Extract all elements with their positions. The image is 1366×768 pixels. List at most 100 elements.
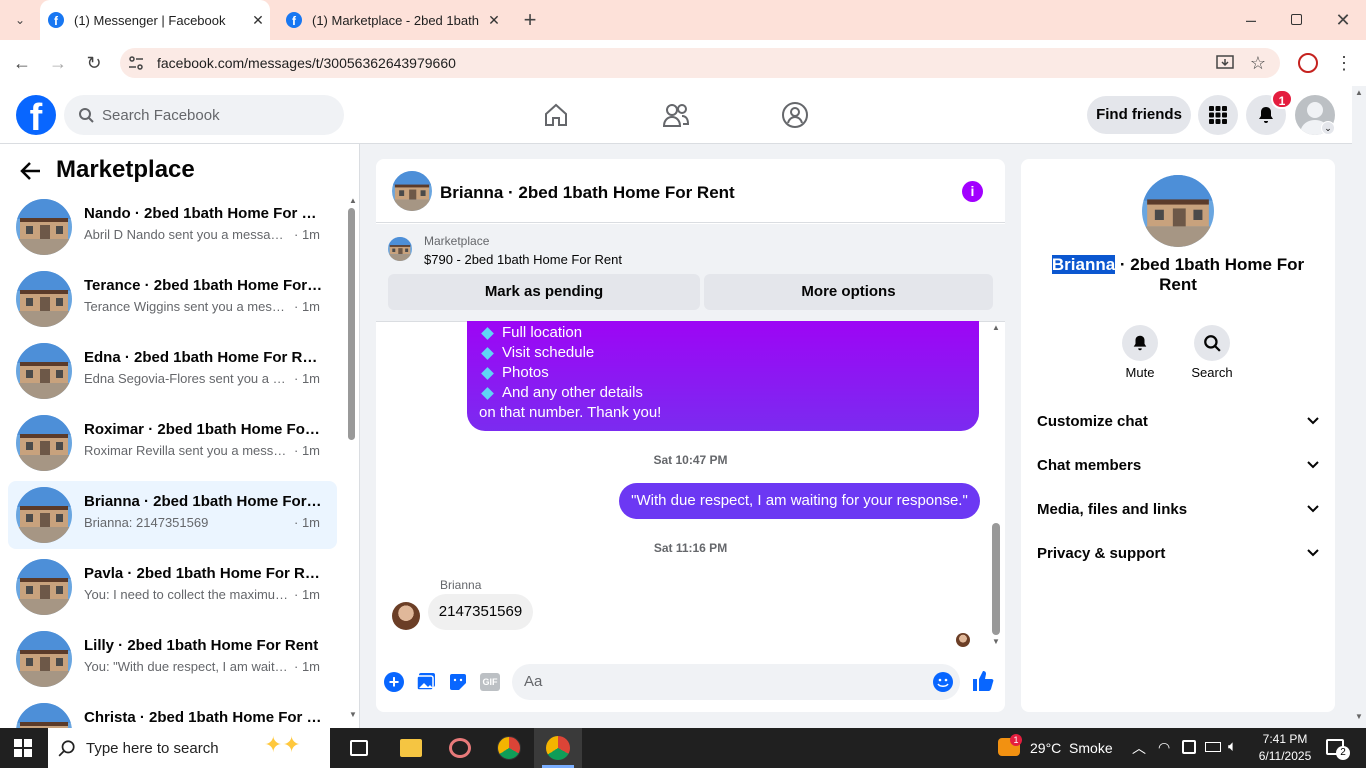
new-tab-icon[interactable]: + [516,5,544,35]
bookmark-star-icon[interactable]: ☆ [1244,48,1272,78]
conversation-avatar [16,487,72,543]
like-thumb-icon[interactable] [972,670,994,692]
accordion-section[interactable]: Privacy & support [1037,531,1319,575]
maximize-icon[interactable] [1291,14,1302,25]
sent-message-bubble[interactable]: Full location Visit schedule Photos And any… [467,321,979,431]
chrome-icon[interactable] [497,736,521,760]
meet-icon[interactable] [1182,740,1196,754]
menu-grid-icon[interactable] [1198,95,1238,135]
gif-icon[interactable]: GIF [480,673,500,691]
clock-time[interactable]: 7:41 PM [1250,732,1320,746]
left-scrollbar-track[interactable]: ▲ ▼ [346,196,357,724]
task-view-icon[interactable] [350,740,368,756]
marketplace-bar: Marketplace $790 - 2bed 1bath Home For R… [376,224,1005,322]
conversation-snippet: Brianna: 2147351569 · 1m [84,515,320,530]
conversation-name: Christa · 2bed 1bath Home For Rent [84,709,324,726]
more-options-button[interactable]: More options [704,274,993,310]
snipping-tool-icon[interactable] [449,738,471,758]
chevron-down-icon [1307,417,1319,425]
taskbar-search-placeholder: Type here to search [86,739,219,757]
conversation-avatar [16,703,72,728]
tray-chevron-icon[interactable]: ︿ [1132,738,1146,758]
account-chevron-icon[interactable]: ⌄ [1321,121,1335,135]
conversation-snippet: Edna Segovia-Flores sent you a message..… [84,371,320,386]
listing-title[interactable]: $790 - 2bed 1bath Home For Rent [424,252,622,267]
conversation-item[interactable]: Nando · 2bed 1bath Home For Rent Abril D … [8,193,337,261]
conversation-list: Nando · 2bed 1bath Home For Rent Abril D … [0,0,345,728]
home-icon[interactable] [543,102,569,128]
chat-scrollbar-track[interactable]: ▲ ▼ [990,323,1002,649]
selected-name-text: Brianna [1051,255,1116,274]
browser-menu-icon[interactable]: ⋮ [1330,48,1358,78]
conversation-item[interactable]: Edna · 2bed 1bath Home For Rent Edna Sego… [8,337,337,405]
clock-date[interactable]: 6/11/2025 [1250,749,1320,763]
find-friends-button[interactable]: Find friends [1087,96,1191,134]
name-line2: Rent [1159,275,1197,294]
friends-icon[interactable] [662,102,690,128]
accordion-section[interactable]: Media, files and links [1037,487,1319,531]
profile-icon[interactable] [1298,53,1318,73]
close-tab-icon[interactable]: ✕ [482,12,506,29]
chat-title[interactable]: Brianna · 2bed 1bath Home For Rent [440,183,735,203]
accordion-section[interactable]: Customize chat [1037,399,1319,443]
search-label: Search [1191,365,1233,380]
network-icon[interactable]: ◠ [1158,739,1170,756]
sender-avatar[interactable] [392,602,420,630]
conversation-name: Nando · 2bed 1bath Home For Rent [84,205,324,222]
listing-thumb[interactable] [388,237,412,261]
conversation-snippet: Terance Wiggins sent you a message... · 1… [84,299,320,314]
start-windows-icon[interactable] [14,739,32,757]
conversation-item[interactable]: Brianna · 2bed 1bath Home For Rent Briann… [8,481,337,549]
conversation-avatar [16,631,72,687]
conversation-item[interactable]: Roximar · 2bed 1bath Home For Rent Roxima… [8,409,337,477]
notification-center-badge: 2 [1336,746,1350,760]
chat-scrollbar-thumb[interactable] [992,523,1000,635]
close-window-icon[interactable]: ✕ [1328,5,1358,35]
taskbar-search-box[interactable]: Type here to search ✦✦ [48,728,330,768]
emoji-icon[interactable] [933,672,953,692]
profile-large-avatar[interactable] [1142,175,1214,247]
sparkle-icon: ✦✦ [264,732,301,757]
message-input[interactable]: Aa [512,664,960,700]
bullet-line: And any other details [479,383,967,403]
conversation-avatar [16,559,72,615]
mute-button[interactable] [1122,325,1158,361]
conversation-snippet: You: I need to collect the maximum... · 1… [84,587,320,602]
left-scrollbar-thumb[interactable] [348,208,355,440]
conversation-name: Terance · 2bed 1bath Home For Rent [84,277,324,294]
diamond-icon [481,386,494,400]
conversation-name: Edna · 2bed 1bath Home For Rent [84,349,324,366]
file-explorer-icon[interactable] [400,739,422,757]
timestamp: Sat 11:16 PM [653,541,728,555]
conversation-avatar [16,343,72,399]
bullet-line: Visit schedule [479,343,967,363]
chrome-active-icon[interactable] [534,728,582,768]
mark-pending-button[interactable]: Mark as pending [388,274,700,310]
conversation-snippet: Abril D Nando sent you a message... · 1m [84,227,320,242]
received-message-bubble[interactable]: 2147351569 [428,594,533,630]
page-scrollbar[interactable]: ▲ ▼ [1352,86,1366,728]
add-more-icon[interactable]: + [384,672,404,692]
bullet-line: Full location [479,323,967,343]
conversation-name: Brianna · 2bed 1bath Home For Rent [84,493,324,510]
accordion-section[interactable]: Chat members [1037,443,1319,487]
search-chat-button[interactable] [1194,325,1230,361]
conversation-item[interactable]: Lilly · 2bed 1bath Home For Rent You: "Wi… [8,625,337,693]
sticker-icon[interactable] [448,672,468,692]
install-app-icon[interactable] [1216,54,1234,72]
sent-message-bubble[interactable]: "With due respect, I am waiting for your… [619,483,980,519]
conversation-item[interactable]: Terance · 2bed 1bath Home For Rent Teranc… [8,265,337,333]
conversation-item[interactable]: Christa · 2bed 1bath Home For Rent [8,697,337,728]
diamond-icon [481,326,494,340]
battery-icon[interactable] [1205,742,1221,752]
chat-panel: Brianna · 2bed 1bath Home For Rent i Mar… [376,159,1005,712]
conversation-name: Lilly · 2bed 1bath Home For Rent [84,637,319,654]
weather-text[interactable]: 29°C Smoke [1030,740,1113,756]
attach-photo-icon[interactable] [416,672,436,692]
info-icon[interactable]: i [962,181,983,202]
volume-icon[interactable]: 🔈︎ [1228,738,1237,755]
groups-icon[interactable] [781,101,809,129]
conversation-item[interactable]: Pavla · 2bed 1bath Home For Rent You: I n… [8,553,337,621]
chat-avatar[interactable] [392,171,432,211]
minimize-icon[interactable]: – [1236,5,1266,35]
